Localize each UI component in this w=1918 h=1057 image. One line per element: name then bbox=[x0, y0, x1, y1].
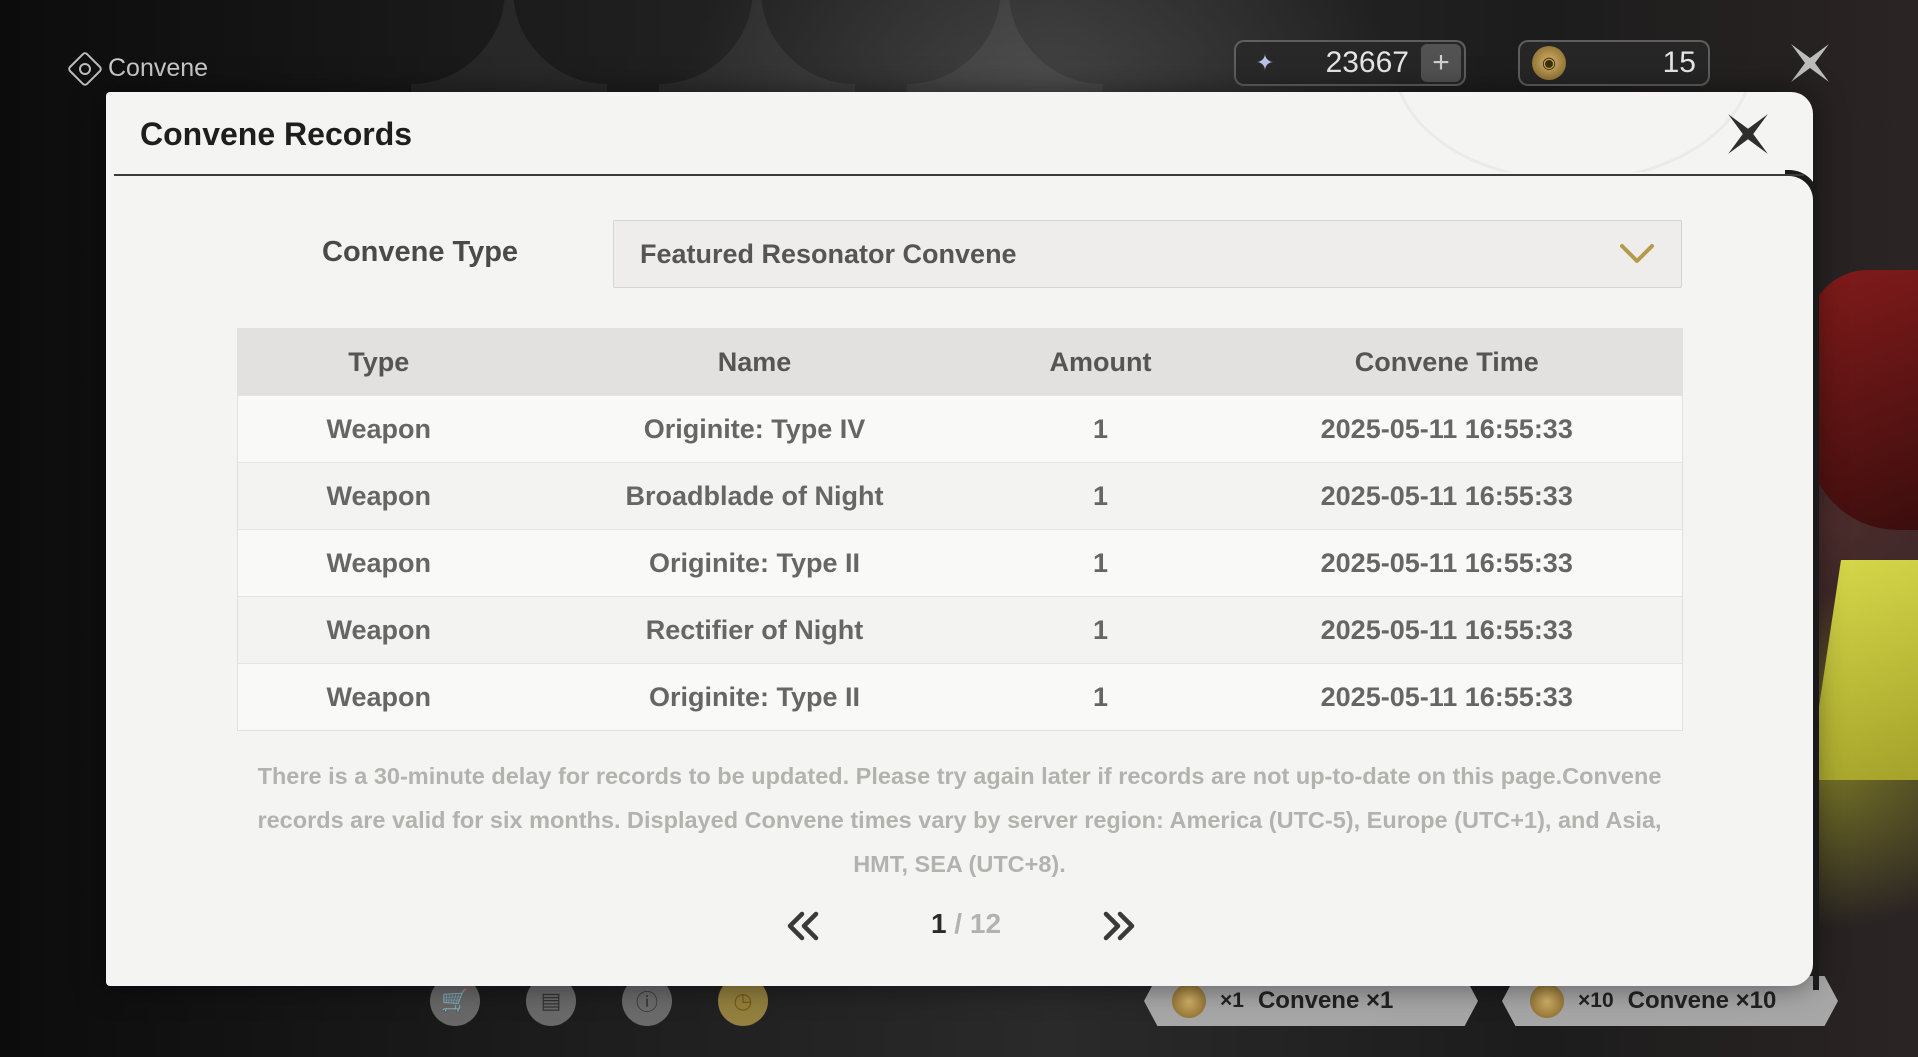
table-row: Weapon Originite: Type II 1 2025-05-11 1… bbox=[237, 663, 1683, 731]
close-records-button[interactable] bbox=[1722, 108, 1774, 160]
cell-time: 2025-05-11 16:55:33 bbox=[1211, 529, 1683, 597]
convene-type-row: Convene Type Featured Resonator Convene bbox=[106, 220, 1813, 290]
exit-convene-button[interactable] bbox=[1785, 38, 1835, 88]
current-page: 1 bbox=[930, 908, 947, 939]
table-row: Weapon Broadblade of Night 1 2025-05-11 … bbox=[237, 462, 1683, 530]
chevron-down-icon bbox=[1620, 244, 1654, 263]
column-header-name: Name bbox=[519, 328, 990, 396]
modal-header: Convene Records bbox=[114, 92, 1804, 176]
convene-x1-label: Convene ×1 bbox=[1257, 987, 1394, 1014]
astrite-star-icon: ✦ bbox=[1255, 50, 1275, 75]
previous-page-button[interactable] bbox=[782, 904, 826, 948]
document-search-icon: ▤ bbox=[540, 988, 562, 1013]
close-icon bbox=[1791, 44, 1829, 82]
radiant-tide-icon: ◉ bbox=[1532, 46, 1566, 80]
radiant-tide-icon bbox=[1530, 984, 1564, 1018]
clock-icon: ◷ bbox=[733, 988, 753, 1013]
page-indicator: 1 / 12 bbox=[866, 908, 1066, 940]
records-table: Type Name Amount Convene Time Weapon Ori… bbox=[237, 328, 1683, 731]
cell-amount: 1 bbox=[989, 663, 1212, 731]
app-title: Convene bbox=[66, 50, 209, 87]
records-notice: There is a 30-minute delay for records t… bbox=[257, 763, 1662, 877]
convene-type-value: Featured Resonator Convene bbox=[640, 238, 1017, 269]
cell-name: Rectifier of Night bbox=[519, 596, 990, 664]
cell-type: Weapon bbox=[237, 596, 520, 664]
radiant-tide-currency: ◉ 15 bbox=[1518, 40, 1710, 86]
radiant-tide-icon bbox=[1172, 984, 1206, 1018]
cell-type: Weapon bbox=[237, 663, 520, 731]
double-chevron-left-icon bbox=[787, 911, 819, 941]
convene-type-label: Convene Type bbox=[322, 236, 519, 268]
column-header-amount: Amount bbox=[989, 328, 1212, 396]
cell-type: Weapon bbox=[237, 462, 520, 530]
table-row: Weapon Rectifier of Night 1 2025-05-11 1… bbox=[237, 596, 1683, 664]
column-header-time: Convene Time bbox=[1211, 328, 1683, 396]
cell-amount: 1 bbox=[989, 462, 1212, 530]
cart-icon: 🛒 bbox=[441, 988, 469, 1013]
background-character-art bbox=[1808, 270, 1918, 530]
radiant-tide-amount: 15 bbox=[1662, 46, 1696, 79]
convene-emblem-icon bbox=[66, 50, 104, 87]
close-icon bbox=[1728, 114, 1768, 154]
cell-amount: 1 bbox=[989, 596, 1212, 664]
table-row: Weapon Originite: Type II 1 2025-05-11 1… bbox=[237, 529, 1683, 597]
cell-type: Weapon bbox=[237, 395, 520, 463]
astrite-currency: ✦ 23667 + bbox=[1234, 40, 1466, 86]
cell-time: 2025-05-11 16:55:33 bbox=[1211, 596, 1683, 664]
cell-time: 2025-05-11 16:55:33 bbox=[1211, 462, 1683, 530]
double-chevron-right-icon bbox=[1103, 911, 1135, 941]
convene-x10-cost: ×10 bbox=[1578, 989, 1614, 1012]
modal-title: Convene Records bbox=[140, 116, 413, 152]
cell-name: Broadblade of Night bbox=[519, 462, 990, 530]
cell-time: 2025-05-11 16:55:33 bbox=[1211, 663, 1683, 731]
cell-type: Weapon bbox=[237, 529, 520, 597]
total-pages: 12 bbox=[969, 908, 1002, 939]
cell-amount: 1 bbox=[989, 395, 1212, 463]
table-row: Weapon Originite: Type IV 1 2025-05-11 1… bbox=[237, 395, 1683, 463]
table-header-row: Type Name Amount Convene Time bbox=[237, 328, 1683, 396]
add-astrite-button[interactable]: + bbox=[1421, 44, 1461, 82]
cell-amount: 1 bbox=[989, 529, 1212, 597]
convene-x1-cost: ×1 bbox=[1220, 989, 1244, 1012]
cell-name: Originite: Type II bbox=[519, 663, 990, 731]
next-page-button[interactable] bbox=[1096, 904, 1140, 948]
modal-frame-edge bbox=[1785, 170, 1819, 990]
column-header-type: Type bbox=[237, 328, 520, 396]
cell-time: 2025-05-11 16:55:33 bbox=[1211, 395, 1683, 463]
pagination: 1 / 12 bbox=[106, 904, 1813, 948]
cell-name: Originite: Type IV bbox=[519, 395, 990, 463]
page-separator: / bbox=[946, 908, 970, 939]
convene-type-dropdown[interactable]: Featured Resonator Convene bbox=[613, 220, 1682, 288]
cell-name: Originite: Type II bbox=[519, 529, 990, 597]
astrite-amount: 23667 bbox=[1325, 46, 1409, 79]
convene-x10-label: Convene ×10 bbox=[1627, 987, 1777, 1014]
app-title-text: Convene bbox=[108, 54, 209, 82]
info-icon: ⓘ bbox=[635, 990, 658, 1015]
convene-records-modal: Convene Records Convene Type Featured Re… bbox=[106, 92, 1819, 990]
